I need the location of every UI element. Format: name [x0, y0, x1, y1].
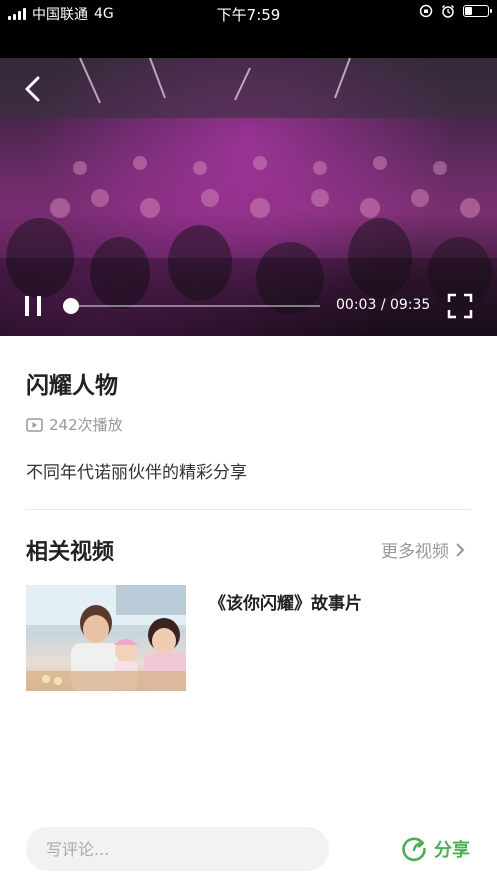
more-videos-label: 更多视频 [381, 542, 449, 562]
share-button[interactable]: 分享 [400, 835, 470, 863]
video-description: 不同年代诺丽伙伴的精彩分享 [26, 463, 247, 483]
share-label: 分享 [434, 840, 470, 861]
current-time: 00:03 [336, 297, 377, 313]
fullscreen-icon[interactable] [447, 293, 473, 319]
play-count-icon [26, 417, 43, 432]
duration: 09:35 [389, 297, 431, 313]
share-icon [402, 837, 426, 862]
play-count-label: 242次播放 [49, 416, 123, 434]
status-right [419, 4, 492, 18]
time-separator: / [380, 297, 390, 313]
related-video-thumbnail [26, 585, 186, 691]
video-title: 闪耀人物 [26, 373, 118, 399]
pause-icon[interactable] [22, 294, 46, 318]
divider [26, 509, 471, 510]
play-count: 242次播放 [26, 414, 123, 435]
alarm-icon [441, 4, 455, 18]
time-readout: 00:03 / 09:35 [336, 297, 430, 313]
comment-input[interactable] [26, 827, 329, 871]
progress-track[interactable] [70, 305, 320, 307]
thumbnail-family-scene [26, 585, 186, 691]
more-videos-link[interactable]: 更多视频 [381, 537, 465, 562]
chevron-right-icon [456, 542, 465, 557]
related-video-item[interactable]: 《该你闪耀》故事片 [26, 585, 471, 693]
related-video-title: 《该你闪耀》故事片 [209, 594, 362, 614]
orientation-lock-icon [419, 4, 433, 18]
related-videos-heading: 相关视频 [26, 540, 115, 565]
video-frame-concert-crowd [0, 58, 497, 336]
video-player[interactable]: 00:03 / 09:35 [0, 58, 497, 336]
back-arrow-icon[interactable] [18, 74, 48, 104]
status-bar: 中国联通 4G 下午7:59 [0, 0, 497, 26]
battery-icon [463, 5, 492, 17]
video-top-letterbox [0, 26, 497, 58]
